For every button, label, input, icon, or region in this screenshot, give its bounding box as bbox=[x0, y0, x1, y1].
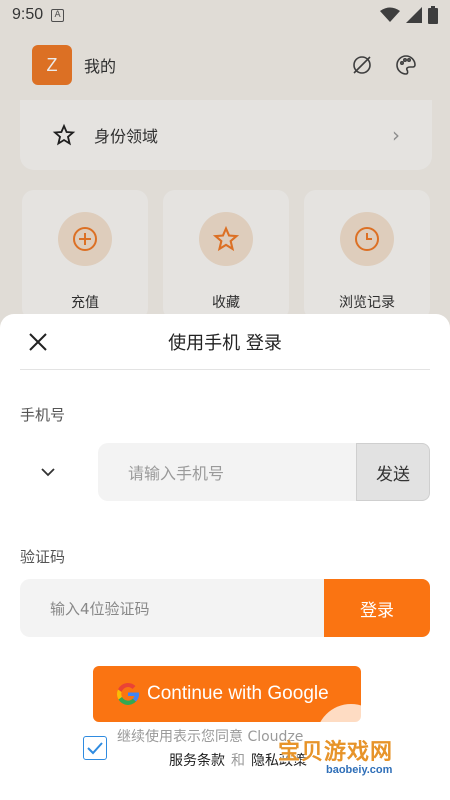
close-icon bbox=[29, 332, 47, 351]
login-button[interactable]: 登录 bbox=[324, 579, 430, 637]
sheet-title: 使用手机 登录 bbox=[168, 332, 282, 354]
chevron-down-icon bbox=[41, 468, 55, 477]
close-button[interactable] bbox=[26, 330, 50, 354]
and-text: 和 bbox=[231, 753, 245, 769]
check-icon bbox=[87, 742, 103, 755]
phone-input[interactable]: 请输入手机号 bbox=[98, 443, 356, 501]
google-g-icon bbox=[117, 683, 140, 705]
send-code-button[interactable]: 发送 bbox=[356, 443, 430, 501]
agree-checkbox[interactable] bbox=[83, 736, 107, 760]
watermark-logo: 宝贝游戏网 baobeiy.com bbox=[270, 700, 446, 800]
terms-link[interactable]: 服务条款 bbox=[169, 753, 225, 769]
verification-code-input[interactable]: 输入4位验证码 bbox=[20, 579, 324, 637]
watermark-text: 宝贝游戏网 bbox=[278, 740, 394, 765]
country-code-dropdown[interactable] bbox=[20, 443, 76, 501]
watermark-url: baobeiy.com bbox=[326, 764, 393, 776]
phone-row: 请输入手机号 发送 bbox=[20, 442, 430, 502]
phone-label: 手机号 bbox=[20, 406, 66, 424]
sheet-header: 使用手机 登录 bbox=[20, 314, 430, 370]
code-row: 输入4位验证码 登录 bbox=[20, 579, 430, 637]
code-label: 验证码 bbox=[20, 548, 66, 566]
